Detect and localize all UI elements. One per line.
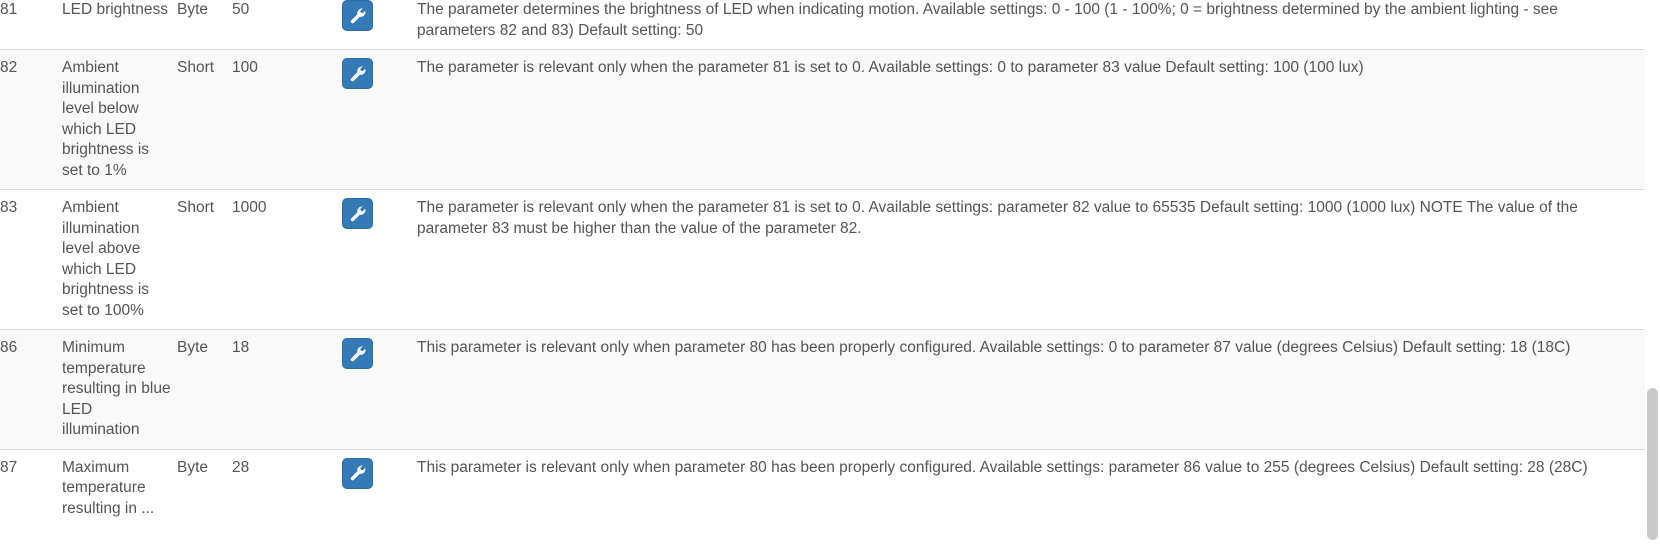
- parameter-type: Byte: [177, 339, 209, 356]
- parameter-number: 86: [0, 339, 18, 356]
- parameter-number: 83: [0, 199, 18, 216]
- table-row[interactable]: 82 Ambient illumination level below whic…: [0, 49, 1645, 190]
- scrollbar-thumb[interactable]: [1647, 388, 1658, 540]
- parameter-action-cell: [342, 449, 417, 527]
- parameter-value: 50: [232, 1, 250, 18]
- parameter-name: Maximum temperature resulting in ...: [62, 458, 155, 517]
- parameter-name: Ambient illumination level above which L…: [62, 199, 150, 319]
- configure-button[interactable]: [342, 58, 373, 89]
- configure-button[interactable]: [342, 198, 373, 229]
- parameter-number: 82: [0, 59, 18, 76]
- table-row[interactable]: 81 LED brightness Byte 50 The parameter …: [0, 0, 1645, 50]
- parameter-type: Byte: [177, 458, 209, 476]
- configuration-parameter-table: 81 LED brightness Byte 50 The parameter …: [0, 0, 1645, 527]
- parameter-type: Short: [177, 199, 215, 216]
- configure-button[interactable]: [342, 457, 373, 489]
- parameter-type: Byte: [177, 1, 209, 18]
- vertical-scrollbar[interactable]: [1645, 0, 1660, 558]
- parameter-action-cell: [342, 0, 417, 50]
- parameter-name: Minimum temperature resulting in blue LE…: [62, 339, 171, 438]
- parameter-action-cell: [342, 50, 417, 190]
- parameter-type: Short: [177, 59, 215, 76]
- parameter-description: The parameter determines the brightness …: [417, 1, 1558, 39]
- parameter-name: Ambient illumination level below which L…: [62, 59, 150, 179]
- configure-button[interactable]: [342, 338, 373, 369]
- parameter-value: 18: [232, 339, 250, 356]
- parameter-description: The parameter is relevant only when the …: [417, 59, 1364, 76]
- parameter-action-cell: [342, 190, 417, 330]
- parameter-table-viewport: 81 LED brightness Byte 50 The parameter …: [0, 0, 1660, 558]
- parameter-value: 1000: [232, 199, 267, 216]
- configure-button[interactable]: [342, 0, 373, 31]
- parameter-value: 28: [232, 458, 250, 476]
- parameter-value: 100: [232, 59, 258, 76]
- parameter-description: This parameter is relevant only when par…: [417, 458, 1588, 476]
- parameter-number: 81: [0, 1, 18, 18]
- table-row[interactable]: 83 Ambient illumination level above whic…: [0, 189, 1645, 330]
- parameter-description: This parameter is relevant only when par…: [417, 339, 1571, 356]
- table-row[interactable]: 87 Maximum temperature resulting in ... …: [0, 449, 1645, 527]
- parameter-number: 87: [0, 458, 18, 476]
- parameter-name: LED brightness: [62, 1, 168, 18]
- parameter-description: The parameter is relevant only when the …: [417, 199, 1578, 237]
- parameter-action-cell: [342, 330, 417, 450]
- table-scroll-container[interactable]: 81 LED brightness Byte 50 The parameter …: [0, 0, 1645, 527]
- table-row[interactable]: 86 Minimum temperature resulting in blue…: [0, 329, 1645, 450]
